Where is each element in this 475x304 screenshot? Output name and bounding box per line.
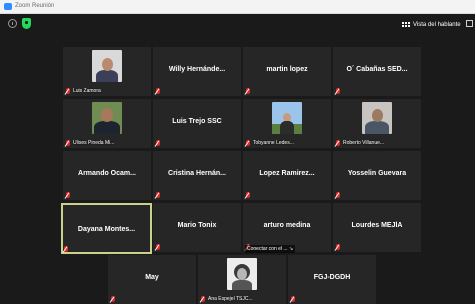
participant-tile[interactable]: Lopez Ramirez... <box>243 151 331 200</box>
mic-muted-icon <box>64 246 68 252</box>
participant-name: Luis Trejo SSC <box>172 118 222 125</box>
fullscreen-icon[interactable] <box>466 20 473 27</box>
participant-video <box>362 102 392 134</box>
participant-name-label: Luis Zamora <box>73 88 101 94</box>
mic-muted-icon <box>111 296 115 302</box>
participant-video <box>92 50 122 82</box>
participant-name: Mario Tonix <box>177 222 217 229</box>
participant-name-label: Roberto Villanue... <box>343 140 385 146</box>
mic-muted-icon <box>246 140 250 146</box>
participant-tile[interactable]: Lourdes MEJÍA <box>333 203 421 252</box>
participant-tile[interactable]: Ana Espejel TSJC... <box>198 255 286 304</box>
mic-muted-icon <box>336 88 340 94</box>
participant-tile[interactable]: FGJ-DGDH <box>288 255 376 304</box>
mic-muted-icon <box>336 140 340 146</box>
participant-name: Willy Hernánde... <box>168 66 226 73</box>
mic-muted-icon <box>246 88 250 94</box>
mic-muted-icon <box>66 192 70 198</box>
mic-muted-icon <box>156 244 160 250</box>
participant-name: FGJ-DGDH <box>313 274 351 281</box>
mic-muted-icon <box>156 192 160 198</box>
mic-muted-icon <box>291 296 295 302</box>
meeting-top-bar: Vista del hablante <box>0 14 475 36</box>
mic-muted-icon <box>156 88 160 94</box>
participant-name: Armando Ocam... <box>78 170 136 177</box>
mic-muted-icon <box>336 192 340 198</box>
participant-tile[interactable]: Tobyanne Ledes... <box>243 99 331 148</box>
participant-tile[interactable]: Cristina Hernán... <box>153 151 241 200</box>
participant-name: martin lopez <box>266 66 308 73</box>
grid-icon <box>402 22 410 27</box>
participant-tile[interactable]: O´ Cabañas SED... <box>333 47 421 96</box>
participant-name: arturo medina <box>263 222 311 229</box>
participant-name: Cristina Hernán... <box>168 170 226 177</box>
participant-tile[interactable]: Luis Zamora <box>63 47 151 96</box>
participant-video <box>92 102 122 134</box>
participant-tile[interactable]: May <box>108 255 196 304</box>
participant-name: O´ Cabañas SED... <box>346 66 408 73</box>
connecting-status: Conectar con el ... ↘ <box>245 245 296 253</box>
title-bar: Zoom Reunión <box>0 0 475 14</box>
participant-tile[interactable]: Armando Ocam... <box>63 151 151 200</box>
participant-tile-active-speaker[interactable]: Dayana Montes... <box>61 203 152 254</box>
participant-name-label: Ana Espejel TSJC... <box>208 296 253 302</box>
participant-tile[interactable]: Mario Tonix <box>153 203 241 252</box>
mic-muted-icon <box>66 140 70 146</box>
participant-name: Lourdes MEJÍA <box>351 222 403 229</box>
participant-tile[interactable]: Yosselin Guevara <box>333 151 421 200</box>
window-title: Zoom Reunión <box>15 3 55 9</box>
mic-muted-icon <box>201 296 205 302</box>
mic-muted-icon <box>336 244 340 250</box>
participant-name-label: Tobyanne Ledes... <box>253 140 294 146</box>
participant-name: Dayana Montes... <box>77 226 136 233</box>
mic-muted-icon <box>66 88 70 94</box>
mic-muted-icon <box>156 140 160 146</box>
participant-tile[interactable]: Roberto Villanue... <box>333 99 421 148</box>
shield-icon[interactable] <box>22 18 31 29</box>
participant-video <box>272 102 302 134</box>
participant-tile[interactable]: martin lopez <box>243 47 331 96</box>
speaker-view-button[interactable]: Vista del hablante <box>402 19 462 30</box>
info-icon[interactable] <box>8 19 17 28</box>
speaker-view-label: Vista del hablante <box>413 21 461 28</box>
participant-tile[interactable]: Luis Trejo SSC <box>153 99 241 148</box>
zoom-logo-icon <box>4 3 12 10</box>
mic-muted-icon <box>246 192 250 198</box>
participant-video <box>227 258 257 290</box>
participant-tile[interactable]: Ulises Pineda Mi... <box>63 99 151 148</box>
participant-name: May <box>145 274 159 281</box>
participant-name-label: Ulises Pineda Mi... <box>73 140 115 146</box>
participant-name: Yosselin Guevara <box>347 170 407 177</box>
participant-tile[interactable]: Willy Hernánde... <box>153 47 241 96</box>
participant-name: Lopez Ramirez... <box>259 170 315 177</box>
